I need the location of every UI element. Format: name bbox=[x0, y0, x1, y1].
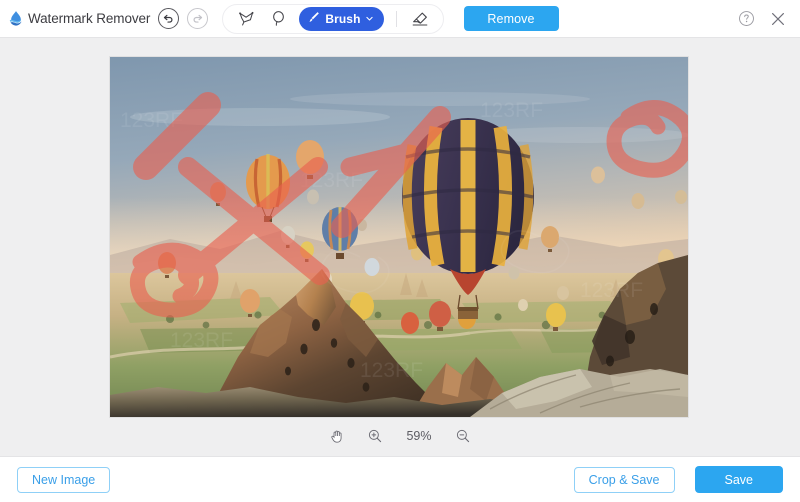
question-circle-icon[interactable] bbox=[736, 9, 756, 29]
brush-icon bbox=[307, 10, 321, 27]
remove-button[interactable]: Remove bbox=[463, 6, 559, 31]
lasso-tool-button[interactable] bbox=[263, 6, 293, 32]
tool-group: Brush bbox=[222, 3, 444, 34]
brush-tool-label: Brush bbox=[325, 11, 361, 26]
hand-pan-icon[interactable] bbox=[326, 425, 348, 447]
crop-and-save-button[interactable]: Crop & Save bbox=[573, 466, 675, 493]
zoom-in-icon[interactable] bbox=[364, 425, 386, 447]
photo-canvas[interactable]: 123RF 123RF 123RF 123RF 123RF 123RF bbox=[110, 57, 688, 417]
zoom-level-label: 59% bbox=[406, 429, 432, 443]
save-button[interactable]: Save bbox=[694, 466, 783, 493]
footer-actions: Crop & Save Save bbox=[573, 466, 783, 493]
toolbar-divider bbox=[395, 10, 397, 27]
editor-canvas-area[interactable]: 123RF 123RF 123RF 123RF 123RF 123RF bbox=[0, 38, 800, 417]
redo-button[interactable] bbox=[187, 8, 209, 29]
chevron-down-icon bbox=[365, 11, 374, 26]
svg-text:123RF: 123RF bbox=[480, 99, 543, 122]
app-header: Watermark Remover Brush Remove bbox=[0, 0, 800, 38]
svg-text:123RF: 123RF bbox=[360, 359, 423, 382]
svg-text:123RF: 123RF bbox=[580, 279, 643, 302]
history-controls bbox=[158, 8, 209, 29]
svg-text:123RF: 123RF bbox=[170, 329, 233, 352]
header-right-controls bbox=[736, 9, 790, 29]
zoom-out-icon[interactable] bbox=[452, 425, 474, 447]
brand: Watermark Remover bbox=[6, 9, 150, 29]
new-image-button[interactable]: New Image bbox=[17, 466, 111, 493]
app-footer: New Image Crop & Save Save bbox=[0, 456, 800, 502]
eraser-tool-button[interactable] bbox=[405, 6, 435, 32]
app-title: Watermark Remover bbox=[28, 11, 151, 26]
polygon-lasso-tool-button[interactable] bbox=[231, 6, 261, 32]
zoom-toolbar: 59% bbox=[0, 416, 800, 456]
undo-button[interactable] bbox=[158, 8, 180, 29]
water-drop-logo-icon bbox=[6, 9, 26, 29]
watermark-remover-app: Watermark Remover Brush Remove 123RF 123… bbox=[0, 0, 800, 502]
brush-tool-button[interactable]: Brush bbox=[299, 6, 384, 31]
close-x-icon[interactable] bbox=[768, 9, 788, 29]
